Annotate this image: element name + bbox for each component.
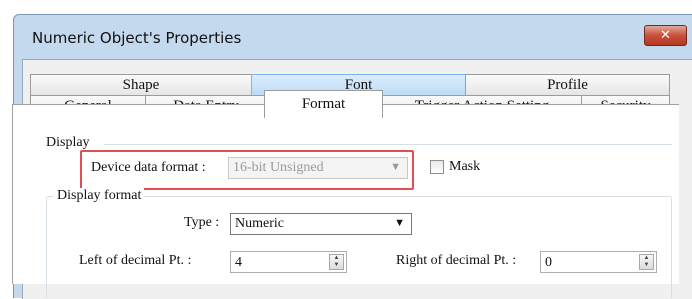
type-select[interactable]: Numeric ▼ [230, 213, 412, 235]
tab-profile[interactable]: Profile [465, 74, 670, 96]
right-of-decimal-value: 0 [545, 255, 552, 270]
close-icon: ✕ [660, 28, 671, 43]
type-label: Type : [184, 215, 220, 230]
display-group-label: Display [46, 135, 93, 151]
close-button[interactable]: ✕ [644, 25, 687, 46]
tab-format[interactable]: Format [264, 90, 383, 118]
type-value: Numeric [235, 216, 284, 231]
tab-shape[interactable]: Shape [30, 74, 252, 96]
chevron-down-icon: ▼ [394, 217, 405, 229]
mask-label: Mask [449, 159, 481, 174]
highlight-annotation [80, 150, 414, 190]
spin-arrows-icon[interactable]: ▲ ▼ [329, 254, 344, 270]
left-of-decimal-label: Left of decimal Pt. : [79, 253, 192, 268]
mask-checkbox[interactable] [430, 160, 444, 174]
left-of-decimal-value: 4 [235, 255, 242, 270]
display-format-group-label: Display format [53, 188, 145, 204]
window-title: Numeric Object's Properties [32, 29, 242, 47]
spin-arrows-icon[interactable]: ▲ ▼ [639, 254, 654, 270]
right-of-decimal-stepper[interactable]: 0 ▲ ▼ [540, 251, 657, 273]
right-of-decimal-label: Right of decimal Pt. : [396, 253, 517, 268]
title-bar[interactable]: Numeric Object's Properties ✕ [14, 15, 692, 57]
display-format-frame [46, 196, 672, 298]
display-group-divider [104, 144, 672, 145]
left-of-decimal-stepper[interactable]: 4 ▲ ▼ [230, 251, 347, 273]
